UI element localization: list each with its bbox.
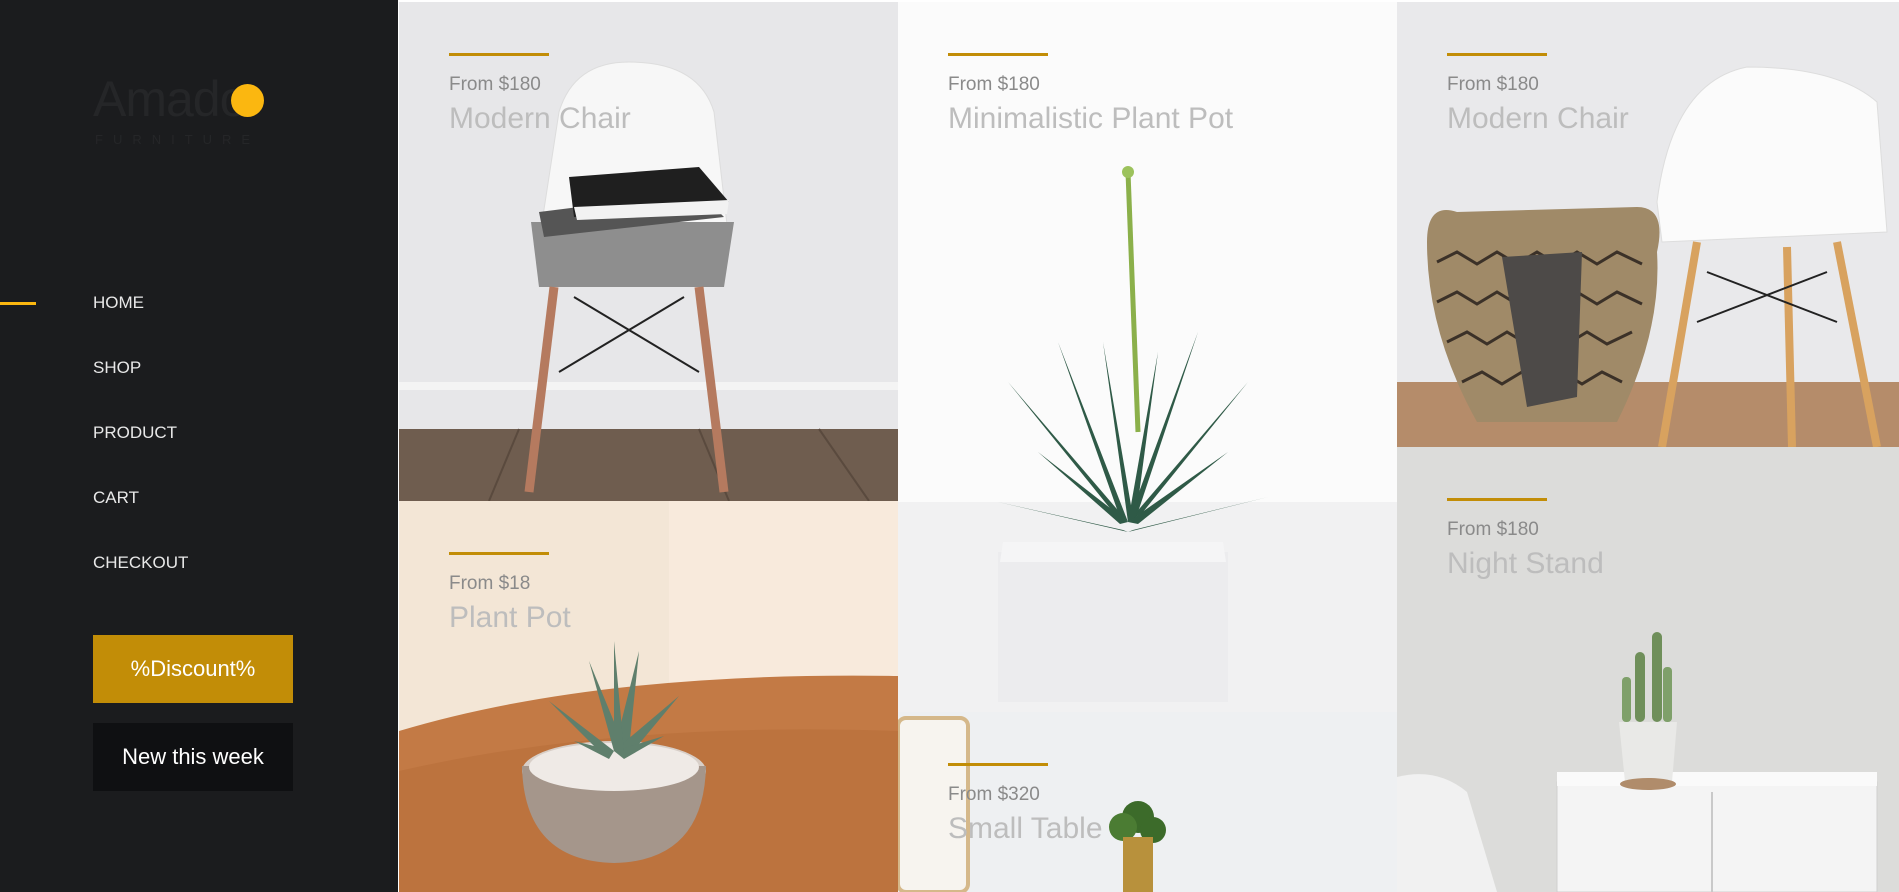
nav-link-cart[interactable]: CART (93, 488, 139, 508)
sidebar: Amado FURNITURE HOME SHOP PRODUCT CART C… (0, 0, 398, 892)
accent-line (1447, 53, 1547, 56)
product-tile-modern-chair[interactable]: From $180 Modern Chair (399, 2, 898, 501)
product-label: From $320 Small Table (948, 763, 1103, 846)
product-price: From $320 (948, 784, 1040, 805)
product-label: From $180 Minimalistic Plant Pot (948, 53, 1233, 136)
accent-line (948, 763, 1048, 766)
product-label: From $18 Plant Pot (449, 552, 571, 635)
product-label: From $180 Night Stand (1447, 498, 1604, 581)
product-label: From $180 Modern Chair (449, 53, 631, 136)
product-tile-minimalistic-plant-pot[interactable]: From $180 Minimalistic Plant Pot (898, 2, 1397, 712)
new-this-week-button[interactable]: New this week (93, 723, 293, 791)
nav-link-checkout[interactable]: CHECKOUT (93, 553, 188, 573)
nav-item-product[interactable]: PRODUCT (0, 419, 398, 484)
product-tile-plant-pot[interactable]: From $18 Plant Pot (399, 501, 898, 892)
product-name: Night Stand (1447, 547, 1604, 580)
product-name: Modern Chair (1447, 102, 1629, 135)
brand-tagline: FURNITURE (95, 132, 261, 147)
logo-dot-icon (231, 84, 264, 117)
active-indicator (0, 302, 36, 305)
product-name: Plant Pot (449, 601, 571, 634)
accent-line (449, 53, 549, 56)
nav-item-checkout[interactable]: CHECKOUT (0, 549, 398, 614)
product-tile-modern-chair-basket[interactable]: From $180 Modern Chair (1397, 2, 1899, 447)
accent-line (1447, 498, 1547, 501)
nav-link-shop[interactable]: SHOP (93, 358, 141, 378)
nav-link-product[interactable]: PRODUCT (93, 423, 177, 443)
nav-item-shop[interactable]: SHOP (0, 354, 398, 419)
main-nav: HOME SHOP PRODUCT CART CHECKOUT (0, 289, 398, 614)
brand-logo[interactable]: Amado FURNITURE (93, 74, 273, 154)
product-price: From $180 (1447, 74, 1539, 95)
product-tile-night-stand[interactable]: From $180 Night Stand (1397, 447, 1899, 892)
product-price: From $180 (948, 74, 1040, 95)
accent-line (948, 53, 1048, 56)
nav-item-cart[interactable]: CART (0, 484, 398, 549)
product-price: From $180 (1447, 519, 1539, 540)
nav-link-home[interactable]: HOME (93, 293, 144, 313)
product-name: Small Table (948, 812, 1103, 845)
brand-name: Amado (93, 71, 247, 127)
product-price: From $18 (449, 573, 531, 594)
discount-button[interactable]: %Discount% (93, 635, 293, 703)
product-name: Minimalistic Plant Pot (948, 102, 1234, 135)
product-price: From $180 (449, 74, 541, 95)
product-name: Modern Chair (449, 102, 631, 135)
product-tile-small-table[interactable]: From $320 Small Table (898, 712, 1397, 892)
product-label: From $180 Modern Chair (1447, 53, 1629, 136)
accent-line (449, 552, 549, 555)
nav-item-home[interactable]: HOME (0, 289, 398, 354)
